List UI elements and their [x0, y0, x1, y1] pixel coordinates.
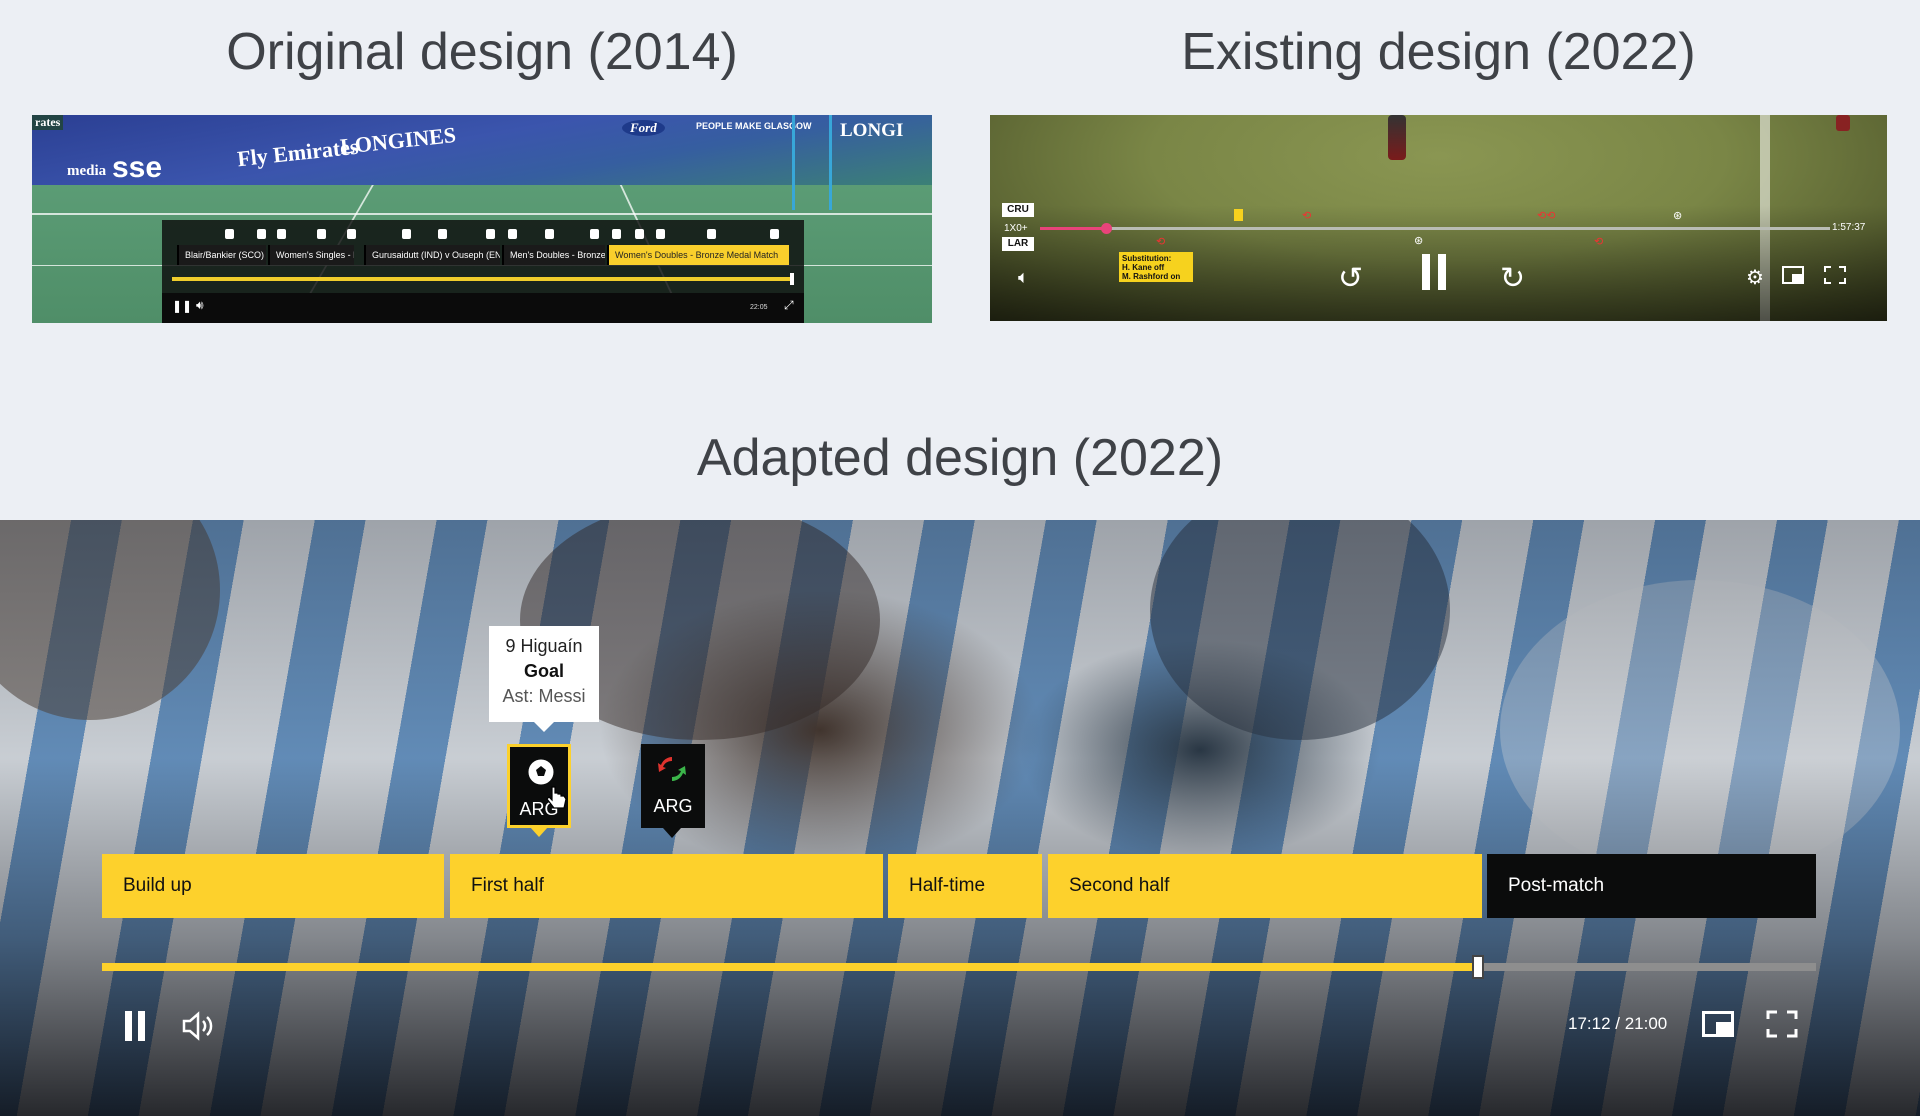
chapter-pin[interactable]	[508, 229, 517, 239]
player-figure	[1388, 115, 1406, 160]
net-post	[792, 115, 832, 210]
existing-design-screenshot: CRU 1X0+ LAR 1:57:37 ⟲ ⟲⟲ ⊛ ⟲ ⊛ ⟲ Substi…	[990, 115, 1887, 321]
end-time: 1:57:37	[1832, 222, 1866, 233]
brand-media: media	[67, 163, 107, 179]
volume-icon	[182, 1011, 213, 1041]
control-bar	[162, 293, 804, 323]
home-team-badge: CRU	[1002, 203, 1034, 217]
chapter-pin[interactable]	[656, 229, 665, 239]
chapter-first-half[interactable]: First half	[450, 854, 883, 918]
settings-icon[interactable]: ⚙	[1746, 265, 1764, 290]
tooltip-event: Goal	[523, 661, 564, 681]
event-marker-goal[interactable]: ARG	[507, 744, 571, 837]
progress-knob[interactable]	[790, 273, 794, 285]
chapter-pin[interactable]	[770, 229, 779, 239]
chapter-second-half[interactable]: Second half	[1048, 854, 1482, 918]
progress-track[interactable]	[1040, 227, 1830, 230]
time-display: 17:12 / 21:00	[1568, 1014, 1668, 1033]
pip-button[interactable]	[1702, 1010, 1734, 1038]
progress-fill	[102, 963, 1478, 971]
tooltip-assist: Ast: Messi	[502, 686, 586, 706]
fullscreen-icon[interactable]	[1824, 266, 1846, 289]
brand-longines-2: LONGI	[840, 120, 904, 141]
football-icon	[527, 758, 555, 786]
time-display: 22:05	[750, 304, 768, 311]
fullscreen-icon[interactable]: ⤢	[784, 298, 794, 313]
progress-knob[interactable]	[1101, 223, 1112, 234]
adapted-design-heading: Adapted design (2022)	[696, 429, 1224, 487]
substitution-icon[interactable]: ⟲	[1302, 209, 1311, 222]
player-figure	[1836, 115, 1850, 131]
pause-button[interactable]	[120, 1008, 150, 1044]
away-team-badge: LAR	[1002, 237, 1034, 251]
pause-icon	[125, 1011, 145, 1041]
marker-team-label: ARG	[653, 796, 693, 816]
volume-button[interactable]	[182, 1010, 216, 1042]
pause-icon[interactable]	[1420, 254, 1448, 295]
chapter-pin[interactable]	[402, 229, 411, 239]
fullscreen-button[interactable]	[1766, 1010, 1798, 1038]
chapter-item[interactable]: Gurusaidutt (IND) v Ouseph (ENG)	[364, 245, 500, 265]
progress-track[interactable]	[172, 277, 794, 281]
chapter-post-match[interactable]: Post-match	[1487, 854, 1816, 918]
chapter-pin[interactable]	[257, 229, 266, 239]
chapter-pin[interactable]	[486, 229, 495, 239]
chapter-pin[interactable]	[707, 229, 716, 239]
progress-knob[interactable]	[1472, 955, 1484, 979]
chapter-item[interactable]: Men's Doubles - Bronze Me	[502, 245, 605, 265]
tooltip-line: M. Rashford on	[1122, 272, 1181, 281]
adapted-design-player: 9 Higuaín Goal Ast: Messi ARG ARG Build …	[0, 520, 1920, 1116]
substitution-icon	[658, 757, 686, 781]
existing-design-heading: Existing design (2022)	[1181, 23, 1696, 81]
volume-icon[interactable]: 🔊︎	[196, 298, 204, 313]
original-design-heading: Original design (2014)	[226, 23, 738, 81]
tooltip-line: Substitution:	[1122, 254, 1172, 263]
hand-cursor-icon	[546, 786, 567, 809]
football-icon[interactable]: ⊛	[1673, 209, 1682, 222]
chapter-pin[interactable]	[225, 229, 234, 239]
pip-icon	[1702, 1011, 1734, 1037]
rewind-20-icon[interactable]: ↺	[1338, 261, 1363, 296]
chapter-pin[interactable]	[545, 229, 554, 239]
chapter-build-up[interactable]: Build up	[102, 854, 444, 918]
chapter-pin[interactable]	[438, 229, 447, 239]
original-design-screenshot: rates media sse Fly Emirates LONGINES Fo…	[32, 115, 932, 323]
event-tooltip: Substitution: H. Kane off M. Rashford on	[1119, 252, 1193, 282]
forward-20-icon[interactable]: ↻	[1500, 261, 1525, 296]
chapter-item[interactable]: Blair/Bankier (SCO) v (	[177, 245, 266, 265]
chapter-half-time[interactable]: Half-time	[888, 854, 1042, 918]
substitution-icon[interactable]: ⟲	[1156, 235, 1165, 248]
pip-icon[interactable]	[1782, 266, 1804, 289]
chapter-pin[interactable]	[347, 229, 356, 239]
chapter-pin[interactable]	[635, 229, 644, 239]
chapter-pin[interactable]	[590, 229, 599, 239]
brand-sse: sse	[112, 151, 163, 184]
score: 1X0+	[1004, 223, 1028, 234]
chapter-pin[interactable]	[277, 229, 286, 239]
chapter-item[interactable]: Women's Singles - B	[268, 245, 354, 265]
chapter-pin[interactable]	[612, 229, 621, 239]
substitution-icon[interactable]: ⟲⟲	[1537, 209, 1555, 222]
event-marker-substitution[interactable]: ARG	[641, 744, 705, 838]
yellow-card-icon[interactable]	[1234, 209, 1243, 221]
progress-fill	[1040, 227, 1106, 230]
tooltip-line: H. Kane off	[1122, 263, 1165, 272]
mute-icon[interactable]: 🔈︎	[1018, 267, 1029, 288]
event-tooltip: 9 Higuaín Goal Ast: Messi	[489, 626, 599, 732]
tooltip-player: 9 Higuaín	[505, 636, 583, 656]
football-icon[interactable]: ⊛	[1414, 234, 1423, 247]
fullscreen-icon	[1766, 1010, 1798, 1038]
pause-icon[interactable]: ❚❚	[172, 299, 192, 313]
substitution-icon[interactable]: ⟲	[1594, 235, 1603, 248]
chapter-pin[interactable]	[317, 229, 326, 239]
chapter-item-active[interactable]: Women's Doubles - Bronze Medal Match	[607, 245, 789, 265]
brand-rates: rates	[32, 115, 64, 130]
brand-ford: Ford	[622, 120, 665, 136]
